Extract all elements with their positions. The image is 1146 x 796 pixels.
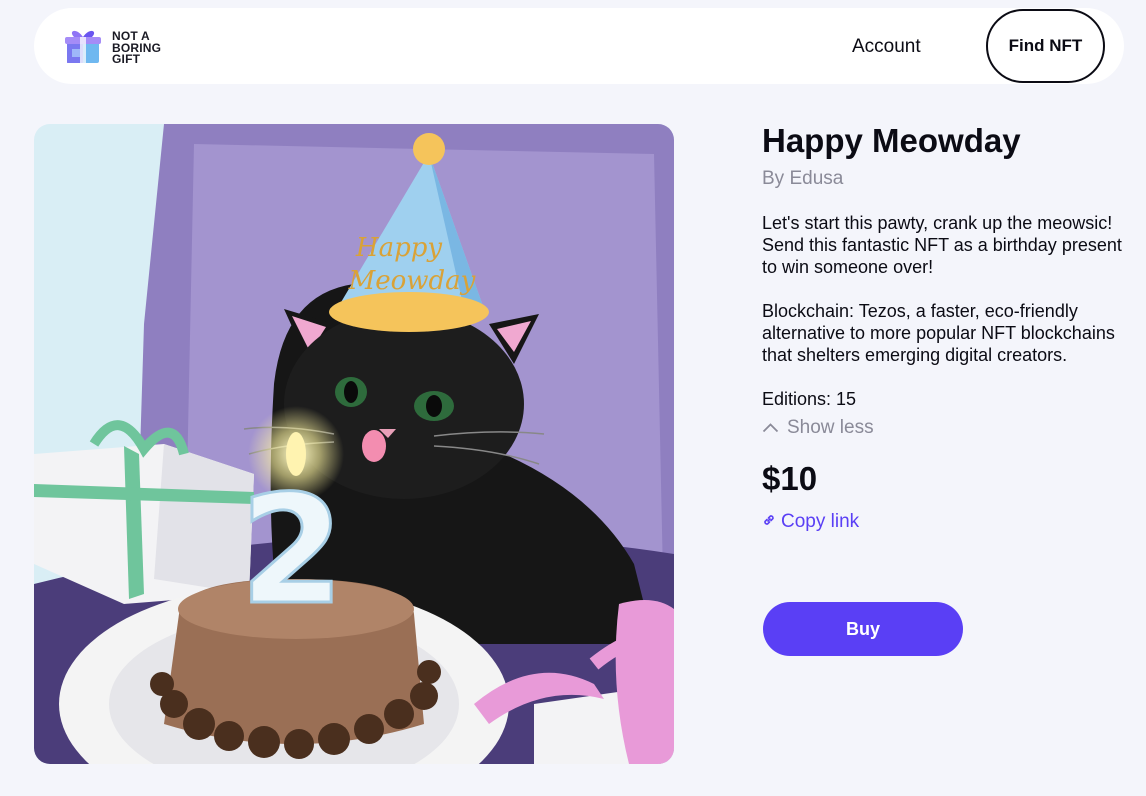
product-author: By Edusa bbox=[762, 168, 844, 189]
show-less-toggle[interactable]: Show less bbox=[762, 417, 1122, 439]
nft-artwork: Happy Meowday 2 bbox=[34, 124, 674, 764]
product-details: Happy Meowday By Edusa Let's start this … bbox=[762, 124, 1122, 533]
blockchain-text: Blockchain: Tezos, a faster, eco-friendl… bbox=[762, 301, 1115, 365]
description-text: Let's start this pawty, crank up the meo… bbox=[762, 213, 1122, 277]
logo-line-3: GIFT bbox=[112, 52, 141, 67]
logo-text: NOT A BORING GIFT bbox=[112, 31, 161, 66]
product-description: Let's start this pawty, crank up the meo… bbox=[762, 212, 1122, 366]
chevron-up-icon bbox=[762, 417, 779, 439]
site-logo[interactable]: NOT A BORING GIFT bbox=[64, 27, 161, 70]
show-less-label: Show less bbox=[787, 417, 874, 438]
copy-link-button[interactable]: Copy link bbox=[762, 511, 1122, 533]
buy-button[interactable]: Buy bbox=[763, 602, 963, 656]
product-price: $10 bbox=[762, 460, 818, 497]
find-nft-button[interactable]: Find NFT bbox=[986, 9, 1105, 83]
hat-text-line-1: Happy bbox=[355, 233, 442, 263]
candle-number: 2 bbox=[240, 464, 344, 638]
link-icon bbox=[762, 511, 776, 533]
hat-text-line-2: Meowday bbox=[348, 266, 476, 296]
nav-account-link[interactable]: Account bbox=[852, 36, 921, 58]
product-title: Happy Meowday bbox=[762, 122, 1021, 159]
top-nav: NOT A BORING GIFT Account Find NFT bbox=[34, 8, 1124, 84]
copy-link-label: Copy link bbox=[781, 511, 860, 532]
gift-box-icon bbox=[64, 27, 102, 70]
editions-count: Editions: 15 bbox=[762, 389, 857, 409]
